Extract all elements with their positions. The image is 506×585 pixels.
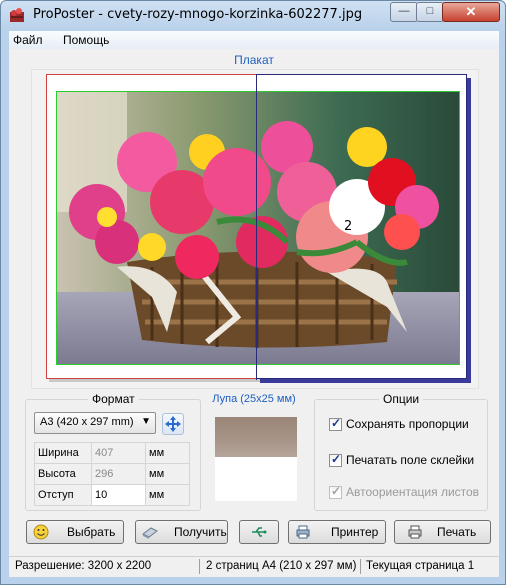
move-button[interactable] (162, 413, 184, 435)
printer-button-label: Принтер (331, 525, 379, 539)
select-button[interactable]: Выбрать (26, 520, 124, 544)
auto-orientation-checkbox: ✓ (329, 484, 342, 499)
client-area: Плакат 2 Формат A3 (420 x 297 mm) ▼ Шири… (9, 49, 499, 556)
margin-field[interactable]: 10 (91, 484, 146, 506)
usb-button[interactable] (239, 520, 279, 544)
smiley-icon (33, 524, 49, 540)
minimize-button[interactable]: — (390, 2, 418, 22)
checkmark-icon: ✓ (331, 416, 342, 430)
flower-basket-photo (56, 91, 460, 365)
maximize-icon: □ (426, 5, 434, 17)
printer-icon (408, 525, 422, 539)
app-window: ProPoster - cvety-rozy-mnogo-korzinka-60… (0, 0, 506, 585)
margin-label: Отступ (34, 484, 92, 506)
status-separator (360, 559, 361, 574)
scanner-icon (142, 527, 158, 539)
get-button-label: Получить (174, 525, 227, 539)
format-group: Формат A3 (420 x 297 mm) ▼ Ширина 407 мм… (25, 392, 201, 511)
status-separator (199, 559, 200, 574)
menu-bar: Файл Помощь (9, 31, 499, 50)
print-button-label: Печать (437, 525, 477, 539)
usb-icon (252, 527, 267, 537)
table-row: Высота 296 мм (34, 463, 190, 485)
app-icon (10, 8, 24, 22)
close-button[interactable]: ✕ (442, 2, 500, 22)
print-glue-margin-label: Печатать поле склейки (346, 453, 475, 467)
table-row: Ширина 407 мм (34, 442, 190, 464)
page-divider (256, 74, 257, 380)
height-label: Высота (34, 463, 92, 485)
width-label: Ширина (34, 442, 92, 464)
printer-settings-button[interactable]: Принтер (288, 520, 386, 544)
status-pages: 2 страниц A4 (210 x 297 мм) (206, 560, 357, 572)
loupe-title: Лупа (25x25 мм) (212, 393, 296, 405)
keep-proportions-label: Сохранять пропорции (346, 417, 469, 431)
format-table: Ширина 407 мм Высота 296 мм Отступ 10 мм (34, 442, 190, 506)
status-resolution: Разрешение: 3200 x 2200 (15, 560, 152, 572)
printer-settings-icon (296, 525, 310, 539)
format-group-title: Формат (88, 392, 139, 406)
window-title: ProPoster - cvety-rozy-mnogo-korzinka-60… (33, 7, 363, 22)
loupe-preview (215, 417, 297, 501)
chevron-down-icon: ▼ (141, 416, 151, 427)
status-current-page: Текущая страница 1 (366, 560, 475, 572)
table-row: Отступ 10 мм (34, 484, 190, 506)
paper-size-select[interactable]: A3 (420 x 297 mm) ▼ (34, 412, 156, 434)
poster-label: Плакат (234, 53, 274, 67)
get-button[interactable]: Получить (135, 520, 228, 544)
height-unit: мм (145, 463, 190, 485)
width-unit: мм (145, 442, 190, 464)
minimize-icon: — (398, 5, 410, 17)
margin-unit: мм (145, 484, 190, 506)
keep-proportions-checkbox[interactable]: ✓ (329, 416, 342, 431)
select-button-label: Выбрать (67, 525, 116, 539)
checkmark-icon: ✓ (331, 452, 342, 466)
title-bar[interactable]: ProPoster - cvety-rozy-mnogo-korzinka-60… (1, 1, 505, 29)
poster-preview[interactable]: 2 (31, 69, 479, 389)
menu-help[interactable]: Помощь (63, 33, 109, 47)
print-button[interactable]: Печать (394, 520, 491, 544)
status-bar: Разрешение: 3200 x 2200 2 страниц A4 (21… (9, 556, 499, 577)
checkmark-icon: ✓ (331, 484, 342, 498)
paper-size-value: A3 (420 x 297 mm) (40, 416, 134, 428)
move-arrows-icon (165, 416, 181, 432)
options-group: Опции ✓ Сохранять пропорции ✓ Печатать п… (314, 392, 488, 511)
close-icon: ✕ (465, 4, 477, 19)
options-group-title: Опции (379, 392, 424, 406)
height-field[interactable]: 296 (91, 463, 146, 485)
auto-orientation-label: Автоориентация листов (346, 485, 480, 499)
page-number-label: 2 (344, 219, 353, 234)
menu-file[interactable]: Файл (13, 33, 43, 47)
loupe-image (215, 417, 297, 457)
width-field[interactable]: 407 (91, 442, 146, 464)
print-glue-margin-checkbox[interactable]: ✓ (329, 452, 342, 467)
maximize-button[interactable]: □ (416, 2, 444, 22)
